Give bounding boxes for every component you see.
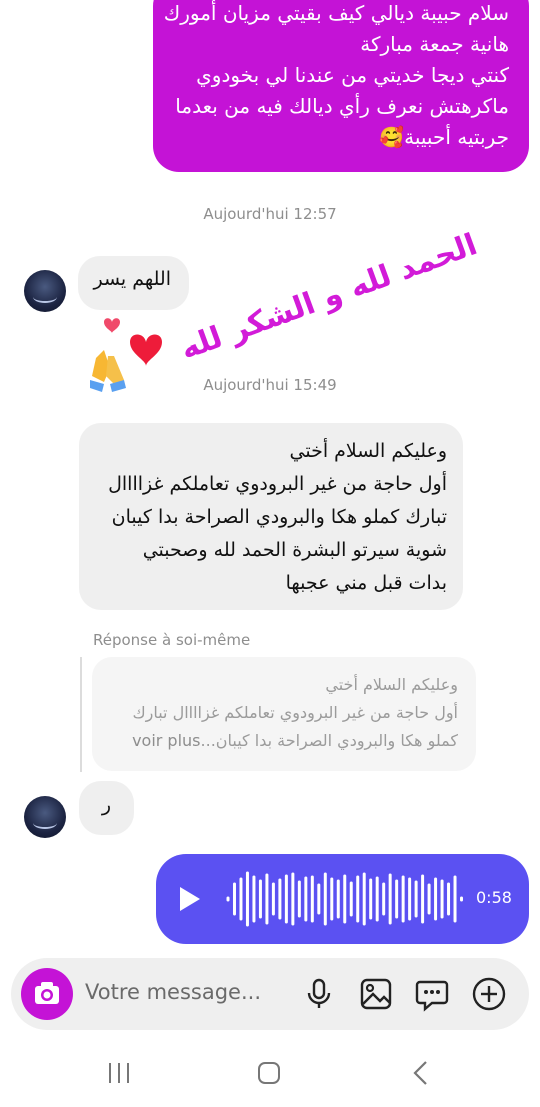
message-text: ر <box>101 794 112 816</box>
message-line: تبارك كملو هكا والبرودي الصراحة بدا كيبا… <box>111 506 447 528</box>
camera-button[interactable] <box>21 968 73 1020</box>
gallery-icon[interactable] <box>358 976 394 1012</box>
recents-icon[interactable] <box>106 1060 132 1086</box>
reply-line: كملو هكا والبرودي الصراحة بدا كيبان...vo… <box>106 727 458 755</box>
message-composer: Votre message... <box>11 958 529 1030</box>
message-line: جربتيه أحبيبة🥰 <box>379 125 509 149</box>
reply-label: Réponse à soi-même <box>93 631 251 649</box>
voir-plus-link[interactable]: voir plus <box>132 731 200 750</box>
message-line: سلام حبيبة ديالي كيف بقيتي مزيان أمورك <box>163 1 509 25</box>
reply-line-text: كملو هكا والبرودي الصراحة بدا كيبان... <box>200 731 458 750</box>
play-icon[interactable] <box>180 887 200 911</box>
reply-line: أول حاجة من غير البرودوي تعاملكم غزاااال… <box>132 703 458 722</box>
outgoing-message-bubble[interactable]: سلام حبيبة ديالي كيف بقيتي مزيان أمورك ه… <box>153 0 529 172</box>
handwritten-overlay-text: الحمد لله و الشكر لله <box>176 227 482 367</box>
waveform[interactable] <box>224 854 464 944</box>
contact-avatar[interactable] <box>24 270 66 312</box>
message-input[interactable]: Votre message... <box>85 980 261 1004</box>
voice-duration: 0:58 <box>476 888 512 907</box>
message-line: كنتي ديجا خديتي من عندنا لي بخودوي <box>196 63 509 87</box>
message-line: بدات قبل مني عجبها <box>285 572 447 594</box>
reply-indicator-line <box>80 657 82 772</box>
home-icon[interactable] <box>257 1061 281 1085</box>
message-line: أول حاجة من غير البرودوي تعاملكم غزاااال <box>108 473 447 495</box>
timestamp: Aujourd'hui 15:49 <box>203 376 337 394</box>
incoming-message-bubble[interactable]: ر <box>79 781 134 835</box>
timestamp: Aujourd'hui 12:57 <box>203 205 337 223</box>
back-icon[interactable] <box>410 1059 430 1087</box>
contact-avatar[interactable] <box>24 796 66 838</box>
reply-line: وعليكم السلام أختي <box>325 675 458 694</box>
message-line: وعليكم السلام أختي <box>289 440 447 462</box>
incoming-message-bubble[interactable]: وعليكم السلام أختي أول حاجة من غير البرو… <box>79 423 463 610</box>
system-nav-bar <box>0 1040 540 1107</box>
camera-icon <box>35 982 59 1004</box>
replied-message-preview[interactable]: وعليكم السلام أختي أول حاجة من غير البرو… <box>92 657 476 771</box>
voice-message-bubble[interactable]: 0:58 <box>156 854 529 944</box>
sticker-icon[interactable] <box>414 976 450 1012</box>
add-icon[interactable] <box>471 976 507 1012</box>
message-line: ماكرهتش نعرف رأي ديالك فيه من بعدما <box>175 94 509 118</box>
microphone-icon[interactable] <box>301 976 337 1012</box>
incoming-message-bubble[interactable]: اللهم يسر <box>78 256 189 310</box>
message-line: هانية جمعة مباركة <box>360 32 509 56</box>
message-line: شوية سيرتو البشرة الحمد لله وصحبتي <box>142 539 447 561</box>
message-text: اللهم يسر <box>93 268 171 290</box>
